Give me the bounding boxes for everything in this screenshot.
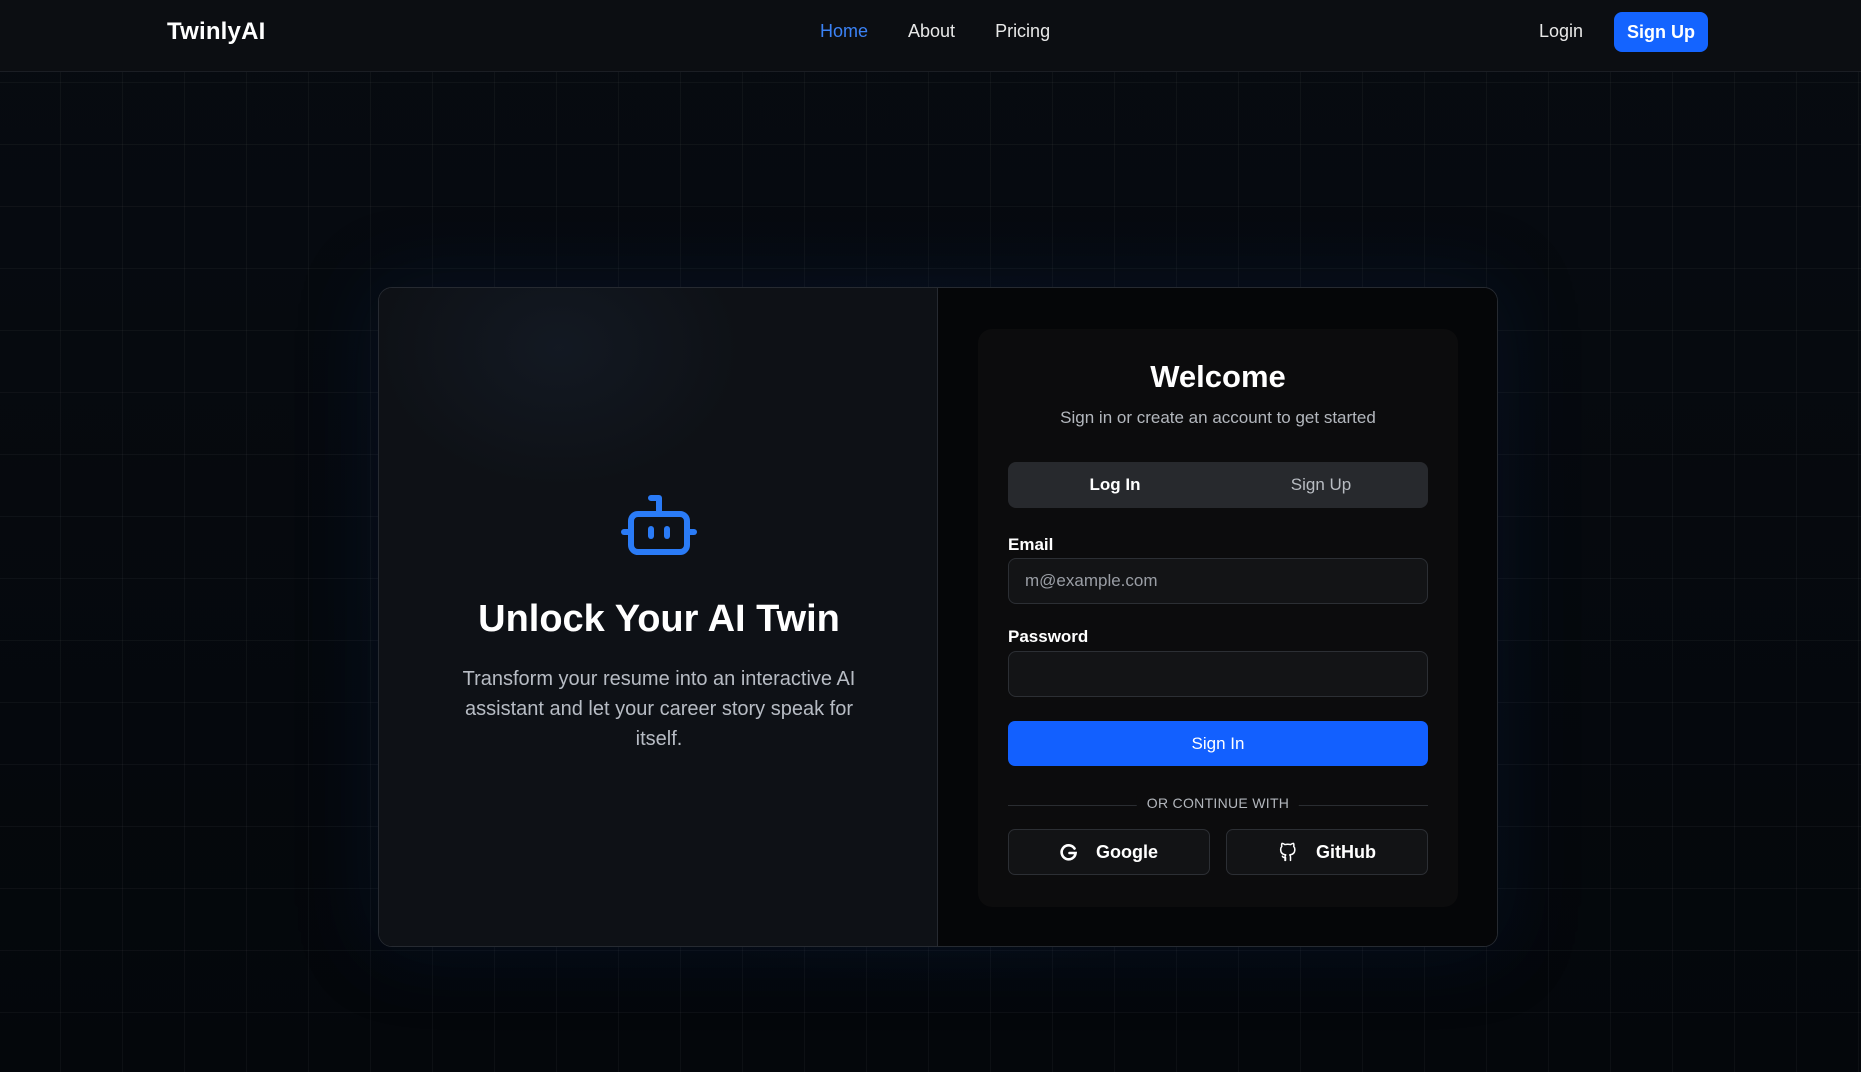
password-label: Password bbox=[1008, 627, 1089, 646]
tab-log-in[interactable]: Log In bbox=[1012, 466, 1218, 504]
password-field[interactable] bbox=[1008, 651, 1428, 697]
github-icon bbox=[1279, 842, 1296, 862]
sign-in-button[interactable]: Sign In bbox=[1008, 721, 1428, 766]
hero-panel: Unlock Your AI Twin Transform your resum… bbox=[379, 288, 938, 946]
auth-card: Unlock Your AI Twin Transform your resum… bbox=[378, 287, 1498, 947]
nav-link-about[interactable]: About bbox=[908, 21, 955, 42]
google-button[interactable]: Google bbox=[1008, 829, 1210, 875]
or-divider: OR CONTINUE WITH bbox=[1008, 795, 1428, 815]
form-panel: Welcome Sign in or create an account to … bbox=[938, 288, 1497, 946]
google-icon bbox=[1060, 844, 1078, 861]
auth-tabs: Log In Sign Up bbox=[1008, 462, 1428, 508]
tab-sign-up[interactable]: Sign Up bbox=[1218, 466, 1424, 504]
robot-icon bbox=[621, 495, 697, 555]
nav-links: Home About Pricing bbox=[820, 21, 1050, 42]
nav-signup-button[interactable]: Sign Up bbox=[1614, 12, 1708, 52]
top-navbar: TwinlyAI Home About Pricing Login Sign U… bbox=[0, 0, 1861, 72]
page: TwinlyAI Home About Pricing Login Sign U… bbox=[0, 0, 1861, 1072]
google-button-label: Google bbox=[1096, 841, 1158, 862]
divider-text: OR CONTINUE WITH bbox=[1136, 795, 1300, 811]
hero-title: Unlock Your AI Twin bbox=[478, 598, 840, 640]
auth-title: Welcome bbox=[1150, 359, 1286, 394]
github-button[interactable]: GitHub bbox=[1226, 829, 1428, 875]
auth-form: Welcome Sign in or create an account to … bbox=[978, 329, 1458, 907]
email-label: Email bbox=[1008, 535, 1054, 554]
github-button-label: GitHub bbox=[1316, 841, 1376, 862]
hero-description: Transform your resume into an interactiv… bbox=[462, 668, 856, 750]
nav-link-pricing[interactable]: Pricing bbox=[995, 21, 1050, 42]
brand-logo[interactable]: TwinlyAI bbox=[167, 18, 266, 46]
email-field[interactable] bbox=[1008, 558, 1428, 604]
auth-subtitle: Sign in or create an account to get star… bbox=[1060, 408, 1376, 427]
nav-link-home[interactable]: Home bbox=[820, 21, 868, 42]
nav-login-link[interactable]: Login bbox=[1539, 21, 1583, 42]
